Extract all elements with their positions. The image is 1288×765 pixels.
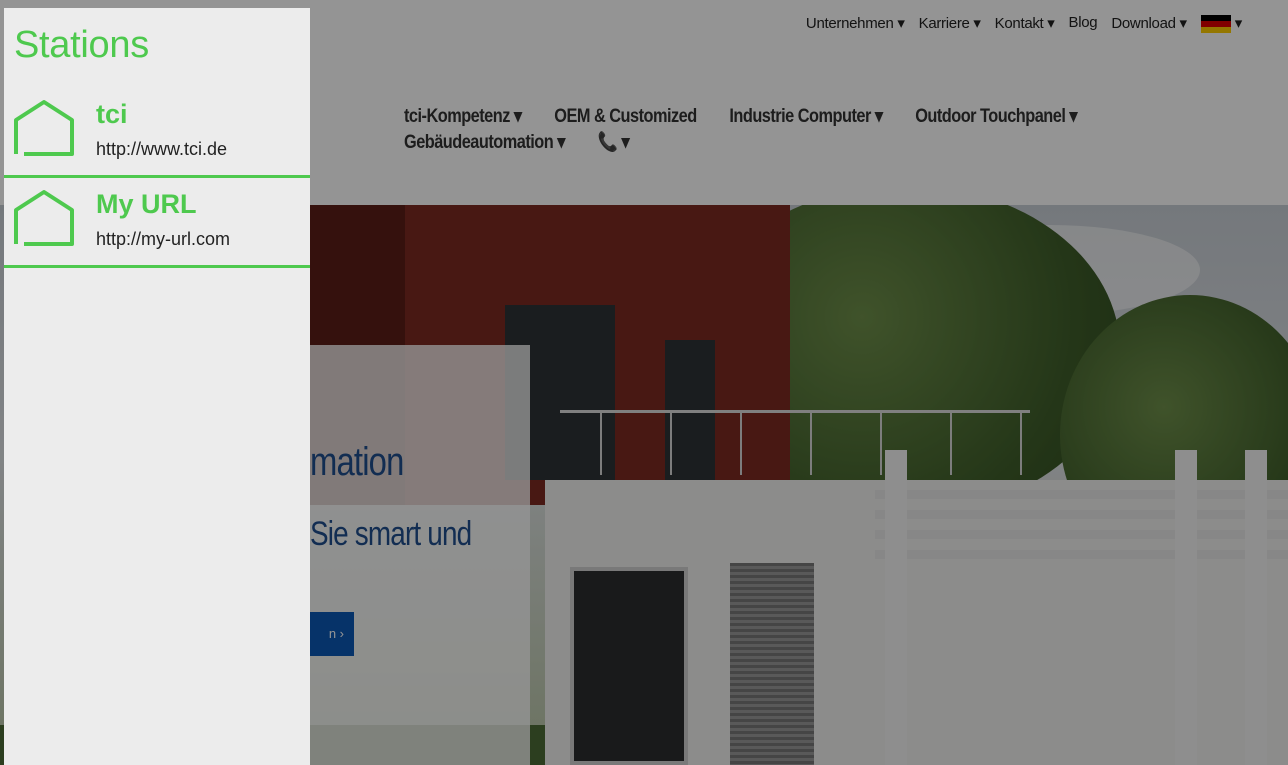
station-url: http://my-url.com bbox=[96, 229, 231, 249]
stations-drawer: Stations tci http://www.tci.de My URL ht… bbox=[4, 8, 310, 765]
station-name: tci bbox=[96, 99, 128, 129]
station-item-my-url[interactable]: My URL http://my-url.com bbox=[4, 176, 310, 268]
house-icon bbox=[14, 190, 74, 246]
station-item-tci[interactable]: tci http://www.tci.de bbox=[4, 86, 310, 178]
station-name: My URL bbox=[96, 189, 197, 219]
house-icon bbox=[14, 100, 74, 156]
drawer-title: Stations bbox=[14, 24, 149, 66]
station-url: http://www.tci.de bbox=[96, 139, 228, 159]
